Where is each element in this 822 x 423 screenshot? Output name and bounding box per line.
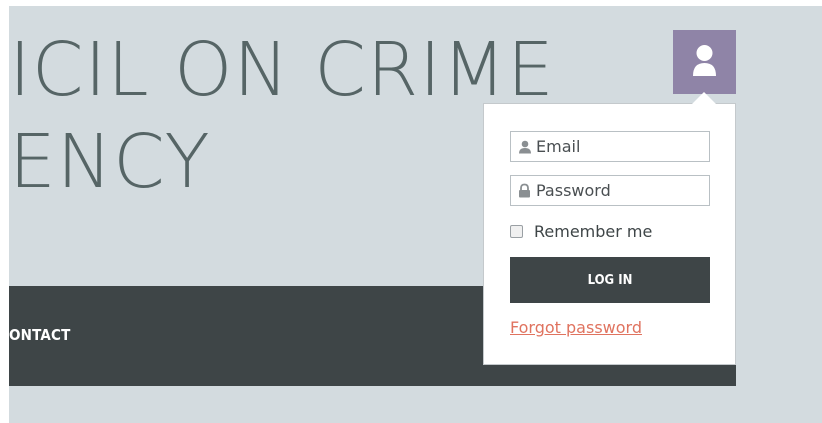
login-dropdown: Email Password Remember me LOG IN Forgot… [483, 92, 736, 365]
site-title: ICIL ON CRIME ENCY [9, 24, 555, 208]
nav-item-contact[interactable]: ONTACT [9, 326, 99, 344]
user-account-button[interactable] [673, 30, 736, 94]
login-button[interactable]: LOG IN [510, 257, 710, 303]
user-icon [693, 45, 716, 76]
remember-me-row: Remember me [510, 222, 652, 241]
remember-me-label[interactable]: Remember me [534, 222, 652, 241]
password-placeholder: Password [536, 181, 611, 200]
user-icon [518, 140, 536, 154]
remember-me-checkbox[interactable] [510, 225, 523, 238]
site-title-line-1: ICIL ON CRIME [9, 27, 555, 113]
lock-icon [518, 183, 536, 198]
email-field[interactable]: Email [510, 131, 710, 162]
email-placeholder: Email [536, 137, 581, 156]
forgot-password-link[interactable]: Forgot password [510, 318, 642, 337]
dropdown-caret [692, 92, 716, 104]
site-title-line-2: ENCY [9, 119, 211, 205]
password-field[interactable]: Password [510, 175, 710, 206]
